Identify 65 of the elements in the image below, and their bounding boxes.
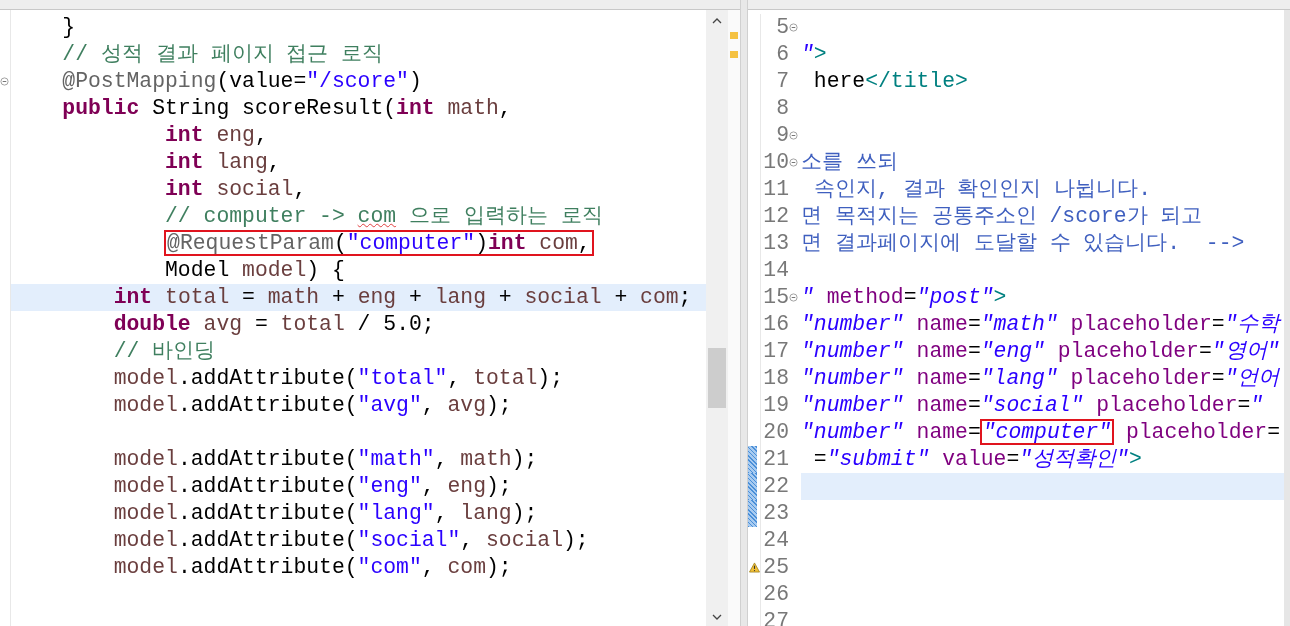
line-number: 6 (775, 41, 789, 68)
collapse-icon[interactable] (789, 293, 798, 302)
code-line: model.addAttribute("lang", lang); (112, 500, 539, 527)
code-line: Model model) { (164, 257, 346, 284)
code-line: "number" name="computer" placeholder= (801, 419, 1281, 446)
code-line: } (61, 14, 77, 41)
code-line: "number" name="math" placeholder="수학 (801, 311, 1283, 338)
code-line: public String scoreResult(int math, (61, 95, 513, 122)
code-line: "number" name="eng" placeholder="영어" (801, 338, 1281, 365)
line-number: 23 (762, 500, 789, 527)
code-line: 면 목적지는 공통주소인 /score가 되고 (801, 203, 1204, 230)
scrollbar[interactable] (706, 10, 728, 626)
line-number: 10 (762, 149, 789, 176)
line-number: 8 (775, 95, 789, 122)
line-number: 26 (762, 581, 789, 608)
code-line: @PostMapping(value="/score") (61, 68, 423, 95)
line-number: 24 (762, 527, 789, 554)
code-line: int social, (164, 176, 308, 203)
line-number: 25 (762, 554, 789, 581)
code-line: ="submit" value="성적확인"> (812, 446, 1143, 473)
line-number: 16 (762, 311, 789, 338)
line-number: 15 (762, 284, 789, 311)
collapse-icon[interactable] (789, 23, 798, 32)
line-number: 22 (762, 473, 789, 500)
scroll-up-icon[interactable] (712, 18, 722, 24)
line-number: 14 (762, 257, 789, 284)
code-line: "> (801, 41, 828, 68)
code-line: 속인지, 결과 확인인지 나뉩니다. (812, 176, 1153, 203)
code-line: @RequestParam("computer")int com, (11, 230, 706, 257)
code-line: int eng, (164, 122, 269, 149)
warning-icon[interactable] (749, 562, 760, 573)
code-line: " method="post"> (801, 284, 1008, 311)
line-number: 19 (762, 392, 789, 419)
line-number: 5 (775, 14, 789, 41)
code-line: model.addAttribute("social", social); (112, 527, 590, 554)
collapse-icon[interactable] (789, 158, 798, 167)
scroll-down-icon[interactable] (712, 614, 722, 620)
code-line: model.addAttribute("math", math); (112, 446, 539, 473)
code-line: // 바인딩 (112, 338, 217, 365)
code-line: here</title> (812, 68, 969, 95)
line-number: 7 (775, 68, 789, 95)
scrollbar[interactable] (1284, 10, 1290, 626)
line-number: 9 (775, 122, 789, 149)
code-line: // 성적 결과 페이지 접근 로직 (61, 41, 385, 68)
line-number: 20 (762, 419, 789, 446)
line-number: 21 (762, 446, 789, 473)
code-line: double avg = total / 5.0; (112, 311, 436, 338)
line-number: 17 (762, 338, 789, 365)
code-line: model.addAttribute("eng", eng); (112, 473, 513, 500)
line-number: 11 (762, 176, 789, 203)
line-number: 12 (762, 203, 789, 230)
code-line: model.addAttribute("avg", avg); (112, 392, 513, 419)
collapse-icon[interactable] (789, 131, 798, 140)
scrollbar-thumb[interactable] (708, 348, 726, 408)
code-line: 면 결과페이지에 도달할 수 있습니다. --> (801, 230, 1246, 257)
code-line: model.addAttribute("com", com); (112, 554, 513, 581)
code-line: 소를 쓰되 (801, 149, 899, 176)
code-line: // computer -> com 으로 입력하는 로직 (164, 203, 604, 230)
code-line: "number" name="lang" placeholder="언어 (801, 365, 1281, 392)
code-line: int lang, (164, 149, 282, 176)
line-number: 18 (762, 365, 789, 392)
line-number: 13 (762, 230, 789, 257)
code-line: "number" name="social" placeholder=" (801, 392, 1265, 419)
code-line: model.addAttribute("total", total); (112, 365, 564, 392)
collapse-icon[interactable] (0, 77, 9, 86)
